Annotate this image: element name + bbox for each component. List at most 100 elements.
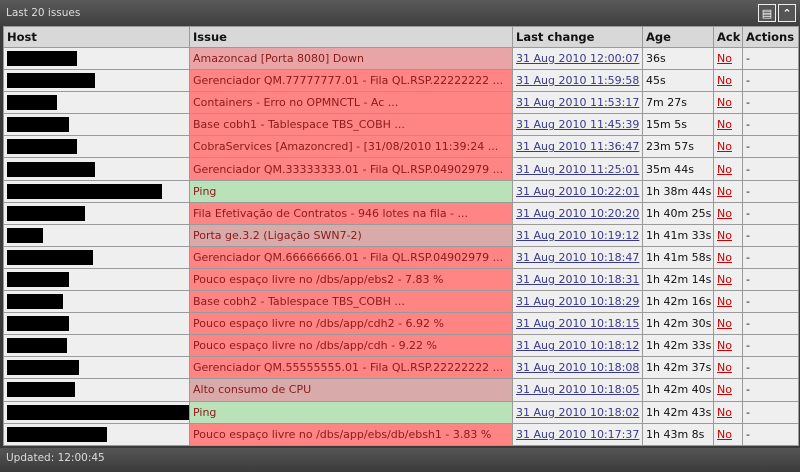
column-header-age[interactable]: Age xyxy=(642,26,714,48)
actions-cell: - xyxy=(742,245,799,269)
redacted-host xyxy=(7,426,107,442)
issue-cell: Amazoncad [Porta 8080] Down xyxy=(189,46,513,71)
host-cell[interactable] xyxy=(3,179,190,203)
ack-link[interactable]: No xyxy=(717,163,732,176)
last-change-link[interactable]: 31 Aug 2010 10:18:47 xyxy=(516,251,639,264)
age-cell: 1h 42m 16s xyxy=(642,290,714,314)
host-cell[interactable] xyxy=(3,356,190,380)
host-cell[interactable] xyxy=(3,69,190,93)
host-cell[interactable] xyxy=(3,267,190,292)
ack-link[interactable]: No xyxy=(717,406,732,419)
age-cell: 1h 42m 43s xyxy=(642,400,714,424)
last-change-link[interactable]: 31 Aug 2010 11:25:01 xyxy=(516,163,639,176)
ack-link[interactable]: No xyxy=(717,317,732,330)
last-change-link[interactable]: 31 Aug 2010 11:59:58 xyxy=(516,74,639,87)
last-change-link[interactable]: 31 Aug 2010 10:19:12 xyxy=(516,229,639,242)
last-change-link[interactable]: 31 Aug 2010 11:36:47 xyxy=(516,140,639,153)
table-row: Amazoncad [Porta 8080] Down 31 Aug 2010 1… xyxy=(3,46,799,71)
age-cell: 7m 27s xyxy=(642,91,714,115)
actions-cell: - xyxy=(742,290,799,314)
last-change-link[interactable]: 31 Aug 2010 10:17:37 xyxy=(516,428,639,441)
issue-cell: Gerenciador QM.33333333.01 - Fila QL.RSP… xyxy=(189,157,513,181)
column-header-host[interactable]: Host xyxy=(3,26,190,48)
table-row: Base cobh1 - Tablespace TBS_COBH ... 31 A… xyxy=(3,113,799,137)
redacted-host xyxy=(7,205,85,221)
last-change-link[interactable]: 31 Aug 2010 10:18:02 xyxy=(516,406,639,419)
actions-cell: - xyxy=(742,46,799,71)
host-cell[interactable] xyxy=(3,290,190,314)
ack-link[interactable]: No xyxy=(717,229,732,242)
collapse-icon[interactable]: ⌃ xyxy=(778,4,796,22)
actions-cell: - xyxy=(742,69,799,93)
last-change-link[interactable]: 31 Aug 2010 10:18:15 xyxy=(516,317,639,330)
age-cell: 1h 41m 58s xyxy=(642,245,714,269)
issue-cell: CobraServices [Amazoncred] - [31/08/2010… xyxy=(189,135,513,159)
last-change-link[interactable]: 31 Aug 2010 10:20:20 xyxy=(516,207,639,220)
ack-link[interactable]: No xyxy=(717,383,732,396)
table-row: CobraServices [Amazoncred] - [31/08/2010… xyxy=(3,135,799,159)
column-header-last-change[interactable]: Last change xyxy=(512,26,643,48)
ack-link[interactable]: No xyxy=(717,251,732,264)
host-cell[interactable] xyxy=(3,223,190,247)
ack-link[interactable]: No xyxy=(717,118,732,131)
host-cell[interactable] xyxy=(3,157,190,181)
host-cell[interactable] xyxy=(3,113,190,137)
issue-cell: Containers - Erro no OPMNCTL - Ac ... xyxy=(189,91,513,115)
ack-link[interactable]: No xyxy=(717,52,732,65)
ack-link[interactable]: No xyxy=(717,140,732,153)
actions-cell: - xyxy=(742,113,799,137)
column-header-actions[interactable]: Actions xyxy=(742,26,799,48)
host-cell[interactable] xyxy=(3,46,190,71)
redacted-host xyxy=(7,227,43,243)
menu-icon[interactable]: ▤ xyxy=(758,4,776,22)
last-change-link[interactable]: 31 Aug 2010 11:53:17 xyxy=(516,96,639,109)
redacted-host xyxy=(7,139,77,155)
host-cell[interactable] xyxy=(3,201,190,225)
host-cell[interactable] xyxy=(3,334,190,358)
age-cell: 36s xyxy=(642,46,714,71)
host-cell[interactable] xyxy=(3,135,190,159)
ack-link[interactable]: No xyxy=(717,339,732,352)
ack-link[interactable]: No xyxy=(717,185,732,198)
issue-cell: Gerenciador QM.77777777.01 - Fila QL.RSP… xyxy=(189,69,513,93)
age-cell: 23m 57s xyxy=(642,135,714,159)
issue-cell: Base cobh2 - Tablespace TBS_COBH ... xyxy=(189,290,513,314)
issue-cell: Pouco espaço livre no /dbs/app/cdh2 - 6.… xyxy=(189,312,513,336)
age-cell: 1h 40m 25s xyxy=(642,201,714,225)
widget-header: Last 20 issues ▤ ⌃ xyxy=(0,0,800,26)
last-change-link[interactable]: 31 Aug 2010 10:18:31 xyxy=(516,273,639,286)
table-row: Gerenciador QM.33333333.01 - Fila QL.RSP… xyxy=(3,157,799,181)
column-header-issue[interactable]: Issue xyxy=(189,26,513,48)
redacted-host xyxy=(7,73,95,89)
ack-link[interactable]: No xyxy=(717,96,732,109)
host-cell[interactable] xyxy=(3,91,190,115)
last-change-link[interactable]: 31 Aug 2010 10:18:12 xyxy=(516,339,639,352)
host-cell[interactable] xyxy=(3,422,190,446)
column-header-ack[interactable]: Ack xyxy=(713,26,743,48)
redacted-host xyxy=(7,316,69,332)
ack-link[interactable]: No xyxy=(717,273,732,286)
ack-link[interactable]: No xyxy=(717,207,732,220)
age-cell: 1h 42m 40s xyxy=(642,378,714,402)
host-cell[interactable] xyxy=(3,400,190,424)
table-row: Gerenciador QM.66666666.01 - Fila QL.RSP… xyxy=(3,245,799,269)
last-change-link[interactable]: 31 Aug 2010 12:00:07 xyxy=(516,52,639,65)
ack-link[interactable]: No xyxy=(717,74,732,87)
last-change-link[interactable]: 31 Aug 2010 10:22:01 xyxy=(516,185,639,198)
redacted-host xyxy=(7,249,93,265)
actions-cell: - xyxy=(742,378,799,402)
last-change-link[interactable]: 31 Aug 2010 10:18:08 xyxy=(516,361,639,374)
last-change-link[interactable]: 31 Aug 2010 10:18:05 xyxy=(516,383,639,396)
redacted-host xyxy=(7,161,95,177)
host-cell[interactable] xyxy=(3,245,190,269)
age-cell: 1h 38m 44s xyxy=(642,179,714,203)
ack-link[interactable]: No xyxy=(717,295,732,308)
ack-link[interactable]: No xyxy=(717,428,732,441)
last-change-link[interactable]: 31 Aug 2010 10:18:29 xyxy=(516,295,639,308)
redacted-host xyxy=(7,183,162,199)
host-cell[interactable] xyxy=(3,312,190,336)
last-change-link[interactable]: 31 Aug 2010 11:45:39 xyxy=(516,118,639,131)
host-cell[interactable] xyxy=(3,378,190,402)
age-cell: 1h 42m 14s xyxy=(642,267,714,292)
ack-link[interactable]: No xyxy=(717,361,732,374)
